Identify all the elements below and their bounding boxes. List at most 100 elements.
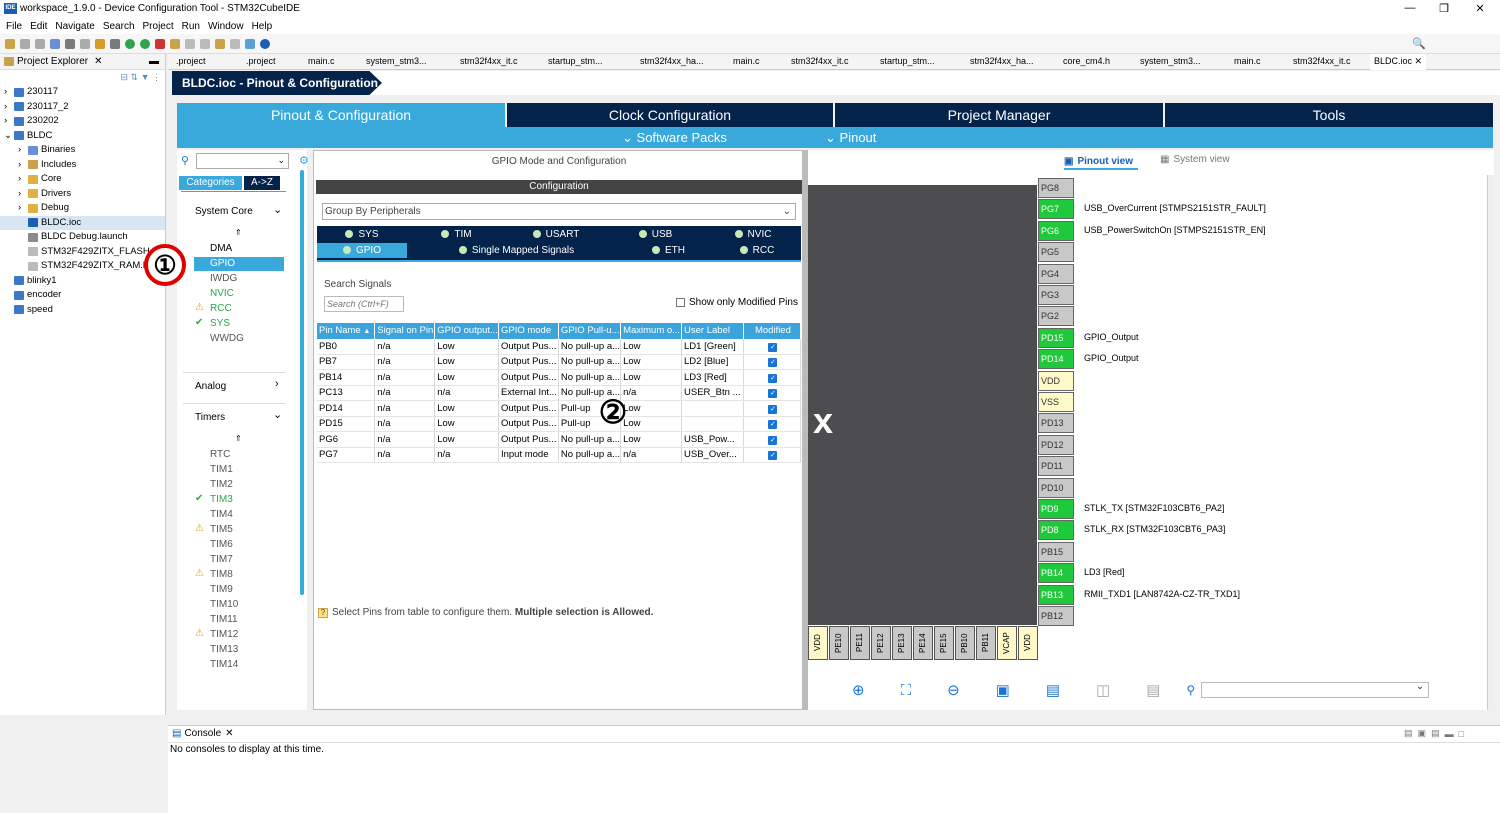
pin-pg8[interactable]: PG8 — [1038, 178, 1074, 198]
search-icon[interactable]: ⚲ — [1186, 683, 1195, 697]
search-icon[interactable]: 🔍 — [1412, 37, 1426, 50]
category-system-core[interactable]: System Core — [195, 206, 253, 217]
modified-checkbox[interactable]: ✓ — [768, 358, 778, 368]
category-item-rcc[interactable]: RCC — [210, 303, 232, 314]
tree-item[interactable]: › Debug — [0, 201, 165, 216]
bug-icon[interactable] — [155, 38, 165, 49]
chevron-down-icon[interactable]: ⌄ — [273, 408, 282, 421]
category-item-wwdg[interactable]: WWDG — [210, 333, 244, 344]
maximize-icon[interactable]: □ — [1459, 729, 1464, 739]
tab-tools[interactable]: Tools — [1165, 103, 1493, 127]
collapse-all-icon[interactable]: ⊟ — [120, 72, 128, 83]
editor-tab[interactable]: stm32f4xx_it.c — [791, 56, 849, 66]
menu-edit[interactable]: Edit — [30, 21, 47, 32]
pin-bottom-pe10[interactable]: PE10 — [829, 626, 849, 660]
category-item-tim10[interactable]: TIM10 — [210, 599, 238, 610]
tree-item[interactable]: BLDC Debug.launch — [0, 230, 165, 245]
pin-bottom-pe14[interactable]: PE14 — [913, 626, 933, 660]
group-by-select[interactable]: Group By Peripherals ⌄ — [322, 203, 796, 220]
chevron-down-icon[interactable]: ⌄ — [273, 203, 282, 216]
editor-tab[interactable]: stm32f4xx_it.c — [1293, 56, 1351, 66]
back-icon[interactable] — [200, 38, 210, 49]
menu-navigate[interactable]: Navigate — [55, 21, 94, 32]
minimize-icon[interactable]: — — [1400, 2, 1420, 14]
modified-checkbox[interactable]: ✓ — [768, 373, 778, 383]
menu-file[interactable]: File — [6, 21, 22, 32]
category-item-tim12[interactable]: TIM12 — [210, 629, 238, 640]
tree-item[interactable]: BLDC.ioc — [0, 215, 165, 230]
close-icon[interactable]: ✕ — [1415, 56, 1423, 66]
zoom-in-icon[interactable]: ⊕ — [852, 681, 865, 699]
pin-pg5[interactable]: PG5 — [1038, 242, 1074, 263]
category-timers[interactable]: Timers — [195, 412, 225, 423]
tab-pinout-view[interactable]: ▣ Pinout view — [1064, 154, 1138, 170]
debug-config-icon[interactable] — [95, 38, 105, 49]
menu-search[interactable]: Search — [103, 21, 135, 32]
tree-item[interactable]: › 230202 — [0, 114, 165, 129]
fit-icon[interactable]: ⛶ — [901, 682, 912, 699]
nav-icon[interactable] — [185, 38, 195, 49]
tree-item[interactable]: › Drivers — [0, 187, 165, 202]
category-item-tim4[interactable]: TIM4 — [210, 509, 233, 520]
category-item-sys[interactable]: SYS — [210, 318, 230, 329]
category-item-tim14[interactable]: TIM14 — [210, 659, 238, 670]
pin-pb15[interactable]: PB15 — [1038, 541, 1074, 562]
vertical-scrollbar[interactable] — [1487, 175, 1494, 710]
modified-checkbox[interactable]: ✓ — [768, 451, 778, 461]
pin-pg4[interactable]: PG4 — [1038, 263, 1074, 284]
settings-icon[interactable]: ⚙ — [299, 154, 309, 167]
split-icon[interactable]: ◫ — [1096, 681, 1110, 699]
column-pin-name[interactable]: Pin Name ▲ — [317, 323, 376, 339]
tree-item[interactable]: › 230117 — [0, 85, 165, 100]
link-icon[interactable]: ⇅ — [131, 72, 139, 83]
column-gpio-mode[interactable]: GPIO mode — [498, 323, 559, 339]
tree-item[interactable]: › Binaries — [0, 143, 165, 158]
pin-pb13[interactable]: PB13 — [1038, 584, 1074, 605]
pin-pd12[interactable]: PD12 — [1038, 434, 1074, 455]
category-item-nvic[interactable]: NVIC — [210, 288, 234, 299]
pin-pd11[interactable]: PD11 — [1038, 456, 1074, 477]
pin-bottom-pe12[interactable]: PE12 — [871, 626, 891, 660]
pin-pg3[interactable]: PG3 — [1038, 285, 1074, 305]
menu-window[interactable]: Window — [208, 21, 244, 32]
table-row[interactable]: PD14 n/a Low Output Pus... Pull-up Low ✓ — [317, 400, 802, 417]
category-analog[interactable]: Analog — [195, 381, 226, 392]
gear-icon[interactable] — [50, 38, 60, 49]
chevron-right-icon[interactable]: › — [275, 378, 279, 390]
modified-checkbox[interactable]: ✓ — [768, 404, 778, 414]
category-search-input[interactable]: ⌄ — [196, 153, 289, 169]
tree-item[interactable]: ⌄ BLDC — [0, 129, 165, 144]
sort-icon[interactable]: ⇑ — [235, 434, 242, 443]
tree-item[interactable]: encoder — [0, 288, 165, 303]
tree-item[interactable]: STM32F429ZITX_FLASH.ld — [0, 245, 165, 260]
tab-a-z[interactable]: A->Z — [244, 176, 280, 190]
display-console-icon[interactable]: ▣ — [1418, 728, 1427, 739]
editor-tab[interactable]: .project — [246, 56, 276, 66]
pin-bottom-vdd[interactable]: VDD — [1018, 626, 1038, 660]
list-icon[interactable]: ▤ — [1146, 681, 1160, 699]
pin-bottom-pb10[interactable]: PB10 — [955, 626, 975, 660]
config-tab-single-mapped[interactable]: Single Mapped Signals — [409, 243, 624, 258]
modified-checkbox[interactable]: ✓ — [768, 435, 778, 445]
tab-system-view[interactable]: ▦ System view — [1160, 154, 1230, 165]
pin-bottom-pe11[interactable]: PE11 — [850, 626, 870, 660]
zoom-out-icon[interactable]: ⊖ — [947, 681, 960, 699]
pin-pb12[interactable]: PB12 — [1038, 606, 1074, 626]
pin-pd9[interactable]: PD9 — [1038, 499, 1074, 519]
tab-project-manager[interactable]: Project Manager — [835, 103, 1163, 127]
pin-bottom-pb11[interactable]: PB11 — [976, 626, 996, 660]
menu-help[interactable]: Help — [252, 21, 273, 32]
show-modified-option[interactable]: Show only Modified Pins — [676, 297, 798, 308]
config-tab-gpio[interactable]: GPIO — [317, 243, 407, 258]
close-icon[interactable]: ✕ — [225, 728, 233, 739]
pin-pd8[interactable]: PD8 — [1038, 520, 1074, 541]
modified-checkbox[interactable]: ✓ — [768, 420, 778, 430]
pinout-menu[interactable]: ⌄ Pinout — [825, 130, 876, 146]
rotate-icon[interactable]: ▤ — [1046, 681, 1060, 699]
settings-icon[interactable] — [110, 38, 120, 49]
editor-tab[interactable]: system_stm3... — [366, 56, 427, 66]
category-item-tim1[interactable]: TIM1 — [210, 464, 233, 475]
open-perspective-icon[interactable] — [245, 38, 255, 49]
editor-tab[interactable]: stm32f4xx_ha... — [640, 56, 704, 66]
category-item-tim13[interactable]: TIM13 — [210, 644, 238, 655]
